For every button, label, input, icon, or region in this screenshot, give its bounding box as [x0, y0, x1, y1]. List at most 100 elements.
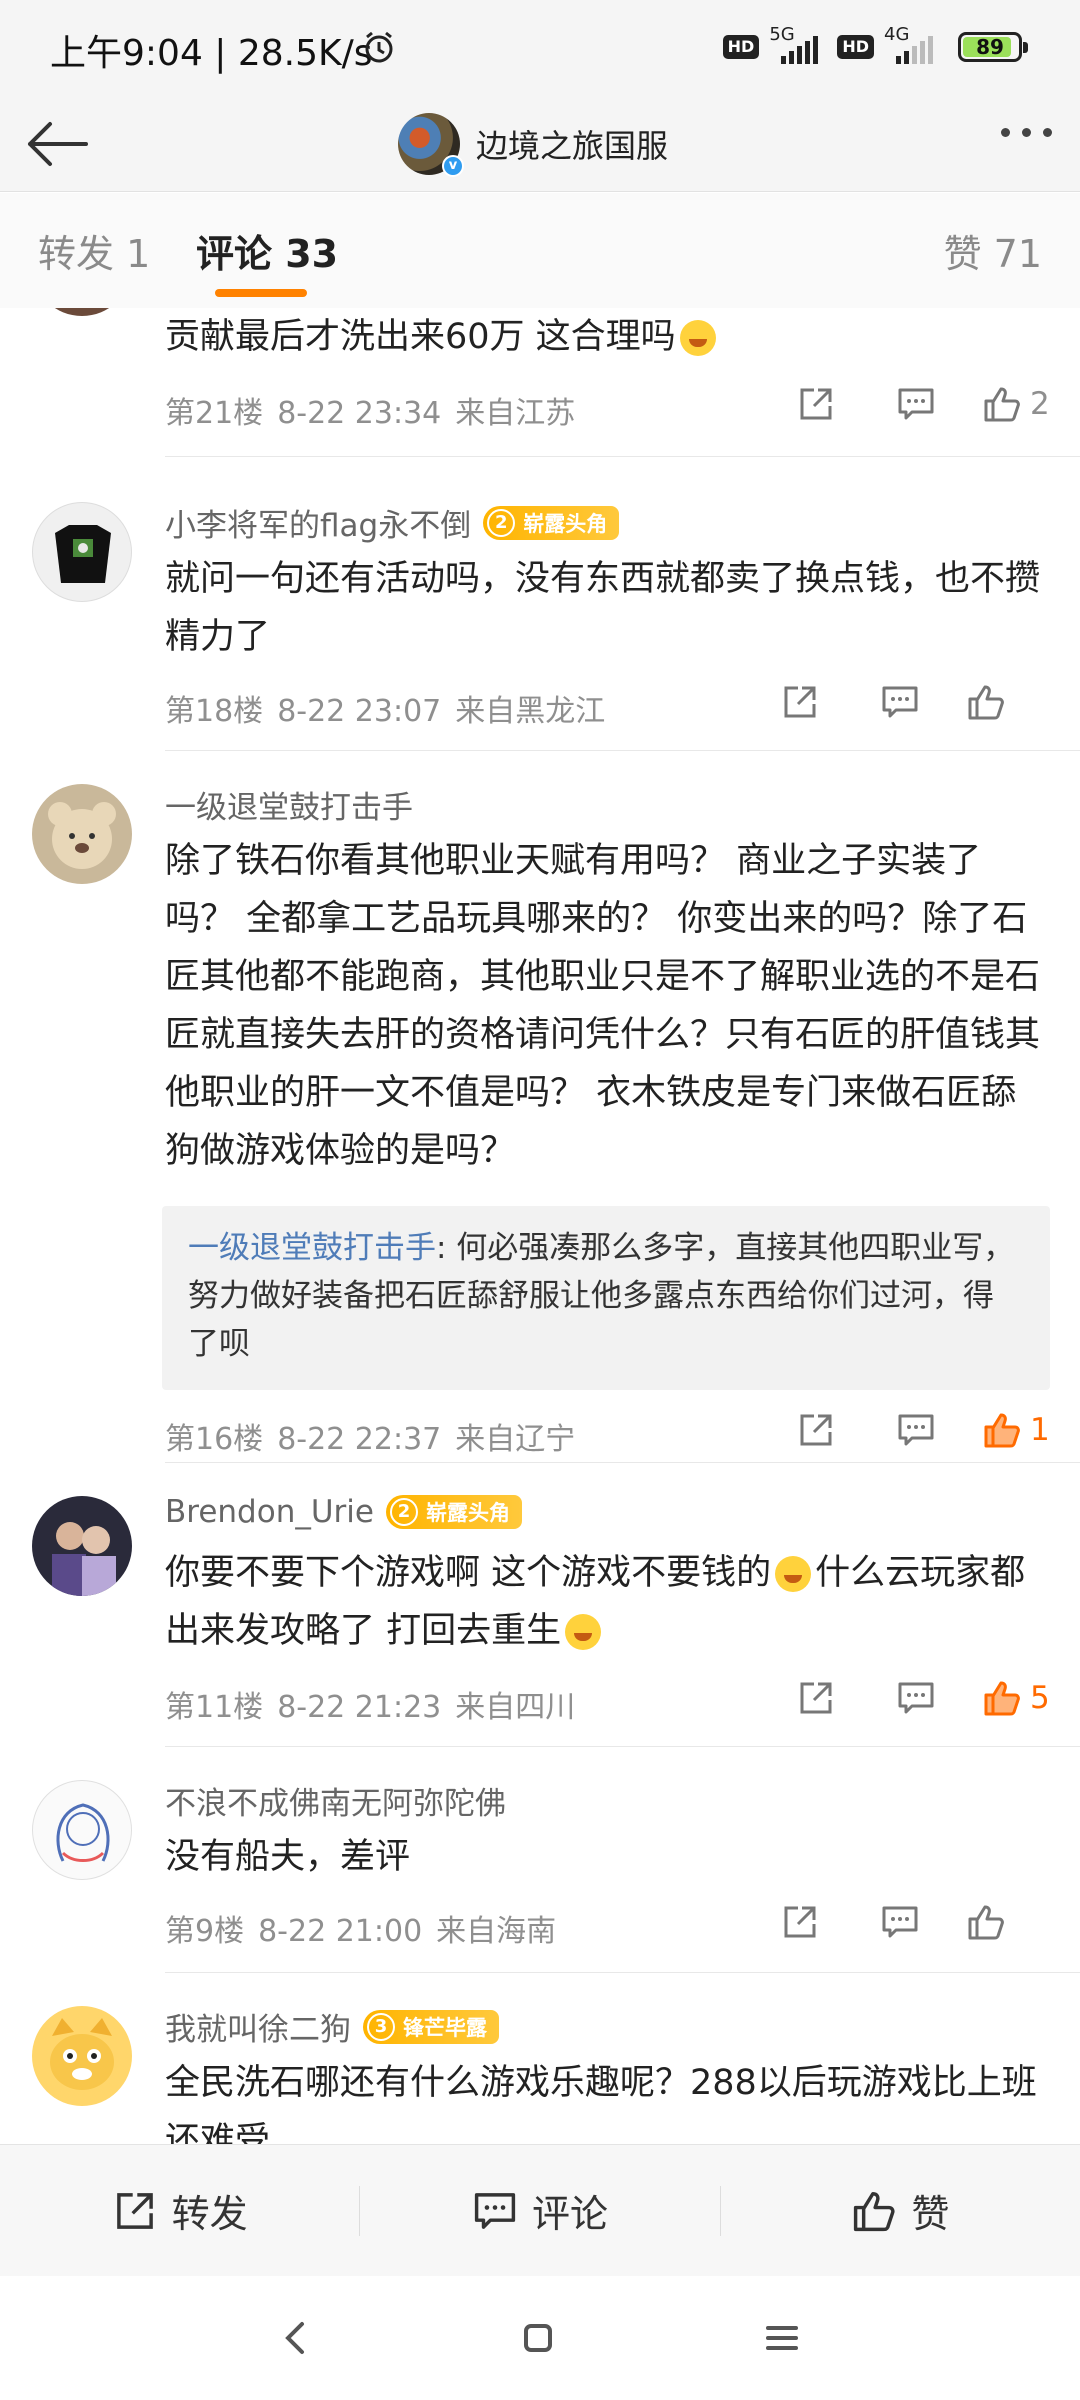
share-icon: [800, 1414, 832, 1446]
system-navigation-bar: [0, 2276, 1080, 2400]
more-dots-icon: [1001, 128, 1010, 137]
comment-meta: 第16楼 8-22 22:37 来自辽宁: [165, 1422, 576, 1457]
like-button[interactable]: 2: [982, 380, 1050, 428]
nav-back-button[interactable]: [272, 2314, 320, 2362]
arrow-left-icon: [28, 122, 88, 166]
share-icon: [800, 1682, 832, 1714]
comment-icon: [882, 1906, 918, 1938]
share-button[interactable]: [766, 1406, 866, 1454]
comment-username[interactable]: 不浪不成佛南无阿弥陀佛: [165, 1778, 506, 1823]
share-icon: [784, 686, 816, 718]
share-icon: [800, 388, 832, 420]
comment-icon: [882, 686, 918, 718]
tab-active-indicator: [215, 289, 307, 297]
comment-list[interactable]: 贡献最后才洗出来60万 这合理吗 第21楼 8-22 23:34 来自江苏 2 小李…: [0, 308, 1080, 2144]
more-button[interactable]: [1001, 128, 1052, 137]
tab-bar: 转发 1 评论 33 赞 71: [0, 193, 1080, 308]
status-time: 上午9:04 | 28.5K/s: [50, 33, 373, 74]
avatar[interactable]: [32, 1780, 132, 1880]
bottom-action-bar: 转发 评论 赞: [0, 2144, 1080, 2276]
tab-repost[interactable]: 转发 1: [38, 223, 150, 278]
like-button[interactable]: [950, 678, 1050, 726]
comment-meta: 第11楼 8-22 21:23 来自四川: [165, 1690, 576, 1725]
hd-badge: HD: [722, 35, 760, 59]
comment-meta: 第21楼 8-22 23:34 来自江苏: [165, 396, 576, 431]
avatar[interactable]: [32, 2006, 132, 2106]
reply-button[interactable]: [866, 1406, 966, 1454]
nav-header: v 边境之旅国服: [0, 96, 1080, 192]
reply-button[interactable]: [866, 380, 966, 428]
divider: [165, 456, 1080, 457]
comment-text: 就问一句还有活动吗，没有东西就都卖了换点钱，也不攒精力了: [165, 559, 1041, 657]
signal-icon: 5G: [769, 24, 827, 64]
thumbs-up-icon: [984, 387, 1020, 422]
like-count: 1: [1030, 1412, 1050, 1448]
comment-actions: 1: [766, 1406, 1050, 1454]
fan-level-badge[interactable]: 2 崭露头角: [385, 1495, 522, 1529]
thumbs-up-liked-icon: [984, 1413, 1020, 1448]
fan-level-badge[interactable]: 2 崭露头角: [483, 505, 620, 540]
comment-text: 贡献最后才洗出来60万 这合理吗: [165, 308, 1050, 366]
avatar[interactable]: [32, 1496, 132, 1596]
tab-like[interactable]: 赞 71: [944, 223, 1042, 278]
repost-button[interactable]: 转发: [0, 2145, 359, 2277]
avatar[interactable]: v: [398, 113, 464, 177]
share-button[interactable]: [766, 1674, 866, 1722]
nav-recents-button[interactable]: [758, 2314, 806, 2362]
avatar[interactable]: [32, 308, 132, 316]
comment-actions: [750, 1898, 1050, 1946]
comment-username[interactable]: Brendon_Urie 2 崭露头角: [165, 1494, 522, 1530]
comment-meta: 第9楼 8-22 21:00 来自海南: [165, 1914, 557, 1949]
comment-item: 一级退堂鼓打击手 除了铁石你看其他职业天赋有用吗？ 商业之子实装了吗？ 全都拿工…: [0, 750, 1080, 1463]
like-button[interactable]: 赞: [721, 2145, 1080, 2277]
like-button[interactable]: 5: [982, 1674, 1050, 1722]
thumbs-up-liked-icon: [984, 1681, 1020, 1716]
comment-icon: [898, 1414, 934, 1446]
home-square-icon: [524, 2324, 552, 2352]
thumbs-up-icon: [854, 2191, 895, 2231]
comment-text: 全民洗石哪还有什么游戏乐趣呢？288以后玩游戏比上班还难受: [165, 2063, 1037, 2144]
share-button[interactable]: [750, 1898, 850, 1946]
comment-actions: [750, 678, 1050, 726]
comment-text: 除了铁石你看其他职业天赋有用吗？ 商业之子实装了吗？ 全都拿工艺品玩具哪来的？ …: [165, 841, 1041, 1171]
like-button[interactable]: [950, 1898, 1050, 1946]
share-button[interactable]: [766, 380, 866, 428]
page-title: 边境之旅国服: [476, 127, 669, 165]
menu-lines-icon: [766, 2326, 798, 2350]
share-button[interactable]: [750, 678, 850, 726]
fan-level-badge[interactable]: 3 锋芒毕露: [363, 2009, 499, 2044]
comment-meta: 第18楼 8-22 23:07 来自黑龙江: [165, 694, 606, 729]
like-button[interactable]: 1: [982, 1406, 1050, 1454]
reply-button[interactable]: [850, 678, 950, 726]
comment-actions: 2: [766, 380, 1050, 428]
reply-button[interactable]: [850, 1898, 950, 1946]
emoji-icon: [565, 1614, 602, 1650]
reply-preview[interactable]: 一级退堂鼓打击手: 何必强凑那么多字，直接其他四职业写，努力做好装备把石匠舔舒服…: [162, 1206, 1050, 1390]
thumbs-up-icon: [968, 1905, 1004, 1940]
verified-badge: v: [442, 155, 464, 177]
comment-icon: [898, 1682, 934, 1714]
account-header[interactable]: v 边境之旅国服: [398, 106, 668, 182]
avatar[interactable]: [32, 784, 132, 884]
tab-comment[interactable]: 评论 33: [196, 223, 338, 278]
comment-username[interactable]: 我就叫徐二狗 3 锋芒毕露: [165, 2004, 499, 2049]
share-icon: [116, 2192, 153, 2229]
comment-username[interactable]: 一级退堂鼓打击手: [165, 782, 413, 827]
comment-text: 你要不要下个游戏啊 这个游戏不要钱的 什么云玩家都出来发攻略了 打回去重生: [165, 1553, 1026, 1651]
comment-username[interactable]: 小李将军的flag永不倒 2 崭露头角: [165, 500, 620, 545]
like-count: 2: [1030, 386, 1050, 422]
comment-button[interactable]: 评论: [360, 2145, 719, 2277]
reply-button[interactable]: [866, 1674, 966, 1722]
comment-item: Brendon_Urie 2 崭露头角 你要不要下个游戏啊 这个游戏不要钱的 什么云…: [0, 1462, 1080, 1747]
nav-home-button[interactable]: [514, 2314, 562, 2362]
emoji-icon: [679, 320, 716, 356]
avatar[interactable]: [32, 502, 132, 602]
comment-icon: [898, 388, 934, 420]
comment-actions: 5: [766, 1674, 1050, 1722]
reply-username[interactable]: 一级退堂鼓打击手: [188, 1230, 436, 1266]
comment-item: 小李将军的flag永不倒 2 崭露头角 就问一句还有活动吗，没有东西就都卖了换点钱…: [0, 468, 1080, 751]
signal-icon-2: 4G: [884, 24, 942, 64]
back-button[interactable]: [22, 116, 92, 172]
status-bar: 上午9:04 | 28.5K/s HD 5G HD 4G 89: [0, 0, 1080, 96]
alarm-icon: [362, 30, 396, 68]
